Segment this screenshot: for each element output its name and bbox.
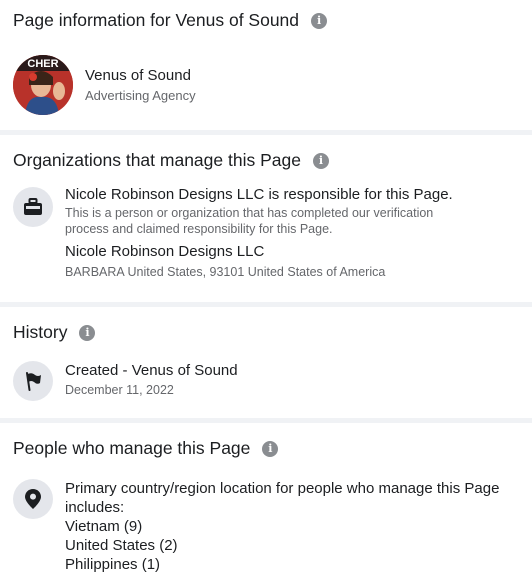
- page-info-section: Page information for Venus of Sound i CH…: [0, 0, 532, 130]
- country-item: Philippines (1): [65, 556, 161, 573]
- briefcase-icon-circle: [13, 187, 53, 227]
- people-heading: People who manage this Page i: [13, 438, 279, 459]
- country-item: Vietnam (9): [65, 518, 143, 535]
- info-icon[interactable]: i: [311, 12, 328, 29]
- people-title: People who manage this Page: [13, 438, 251, 458]
- location-icon-circle: [13, 479, 53, 519]
- people-intro-line2: includes:: [65, 499, 125, 516]
- verification-description-line1: This is a person or organization that ha…: [65, 206, 434, 220]
- people-locations: Primary country/region location for peop…: [65, 479, 525, 574]
- flag-icon-circle: [13, 361, 53, 401]
- location-pin-icon: [25, 489, 41, 509]
- flag-icon: [26, 372, 41, 391]
- info-icon[interactable]: i: [262, 440, 279, 457]
- page-category: Advertising Agency: [85, 88, 196, 103]
- country-item: United States (2): [65, 537, 178, 554]
- page-info-title: Page information for Venus of Sound: [13, 10, 300, 30]
- people-section: People who manage this Page i Primary co…: [0, 423, 532, 585]
- history-date: December 11, 2022: [65, 383, 174, 397]
- history-event: Created - Venus of Sound: [65, 362, 238, 379]
- info-icon[interactable]: i: [79, 324, 96, 341]
- responsible-statement: Nicole Robinson Designs LLC is responsib…: [65, 186, 453, 203]
- avatar-image: CHER: [13, 55, 73, 115]
- avatar-label: CHER: [27, 58, 58, 70]
- organizations-heading: Organizations that manage this Page i: [13, 150, 329, 171]
- history-section: History i Created - Venus of Sound Decem…: [0, 307, 532, 418]
- page-avatar[interactable]: CHER: [13, 55, 73, 115]
- organizations-section: Organizations that manage this Page i Ni…: [0, 135, 532, 302]
- organization-address: BARBARA United States, 93101 United Stat…: [65, 265, 386, 279]
- history-title: History: [13, 322, 68, 342]
- verification-description-line2: process and claimed responsibility for t…: [65, 222, 333, 236]
- people-intro-line1: Primary country/region location for peop…: [65, 480, 500, 497]
- page-name[interactable]: Venus of Sound: [85, 67, 191, 84]
- history-heading: History i: [13, 322, 96, 343]
- organization-name: Nicole Robinson Designs LLC: [65, 243, 265, 260]
- page-info-heading: Page information for Venus of Sound i: [13, 10, 328, 31]
- organizations-title: Organizations that manage this Page: [13, 150, 301, 170]
- info-icon[interactable]: i: [312, 152, 329, 169]
- briefcase-icon: [24, 198, 42, 215]
